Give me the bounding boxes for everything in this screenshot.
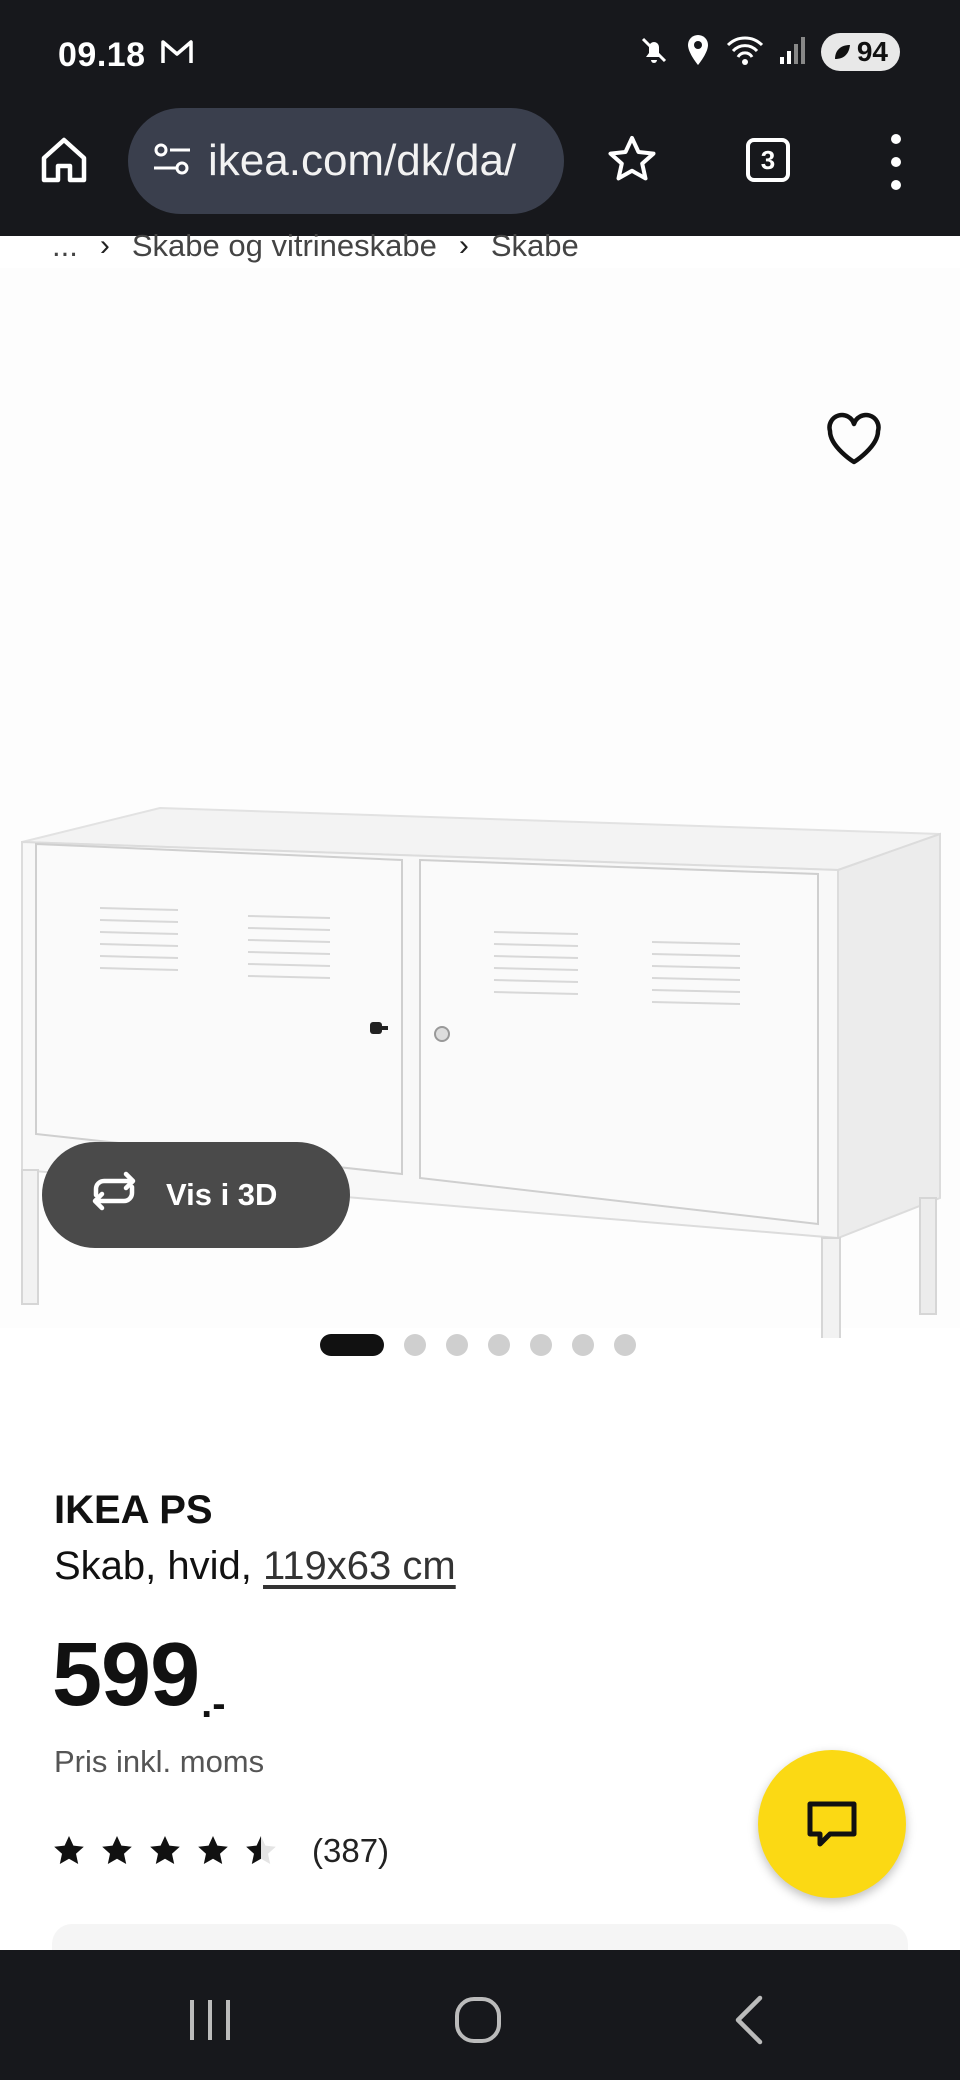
size-link[interactable]: 119x63 cm: [263, 1544, 456, 1588]
carousel-dot[interactable]: [488, 1334, 510, 1356]
breadcrumb-item[interactable]: Skabe: [491, 228, 579, 264]
product-description: Skab, hvid, 119x63 cm: [54, 1544, 456, 1589]
mail-icon: [160, 38, 194, 71]
star-filled-icon: [198, 1836, 228, 1864]
price-note: Pris inkl. moms: [54, 1744, 265, 1779]
product-name: IKEA PS: [54, 1488, 213, 1532]
status-icons: 94: [637, 30, 900, 74]
home-icon[interactable]: [36, 132, 92, 188]
menu-icon[interactable]: [880, 134, 912, 190]
rotate-3d-icon: [86, 1171, 142, 1219]
location-icon: [685, 33, 711, 72]
rating-stars: [52, 1834, 278, 1868]
mute-icon: [637, 33, 671, 72]
status-bar: 09.18 94: [0, 0, 960, 104]
star-filled-icon: [150, 1836, 180, 1864]
price: 599 .-: [52, 1630, 226, 1724]
price-suffix: .-: [201, 1682, 226, 1726]
breadcrumb-item[interactable]: Skabe og vitrineskabe: [132, 228, 437, 264]
back-icon[interactable]: [720, 1990, 780, 2050]
carousel-dot[interactable]: [446, 1334, 468, 1356]
system-nav-bar: [0, 1950, 960, 2080]
rating[interactable]: (387): [52, 1830, 389, 1872]
chevron-right-icon: ›: [458, 229, 469, 262]
favorite-heart-icon[interactable]: [824, 412, 884, 468]
browser-toolbar: ikea.com/dk/da/ 3: [0, 104, 960, 236]
site-settings-icon[interactable]: [152, 142, 192, 181]
star-filled-icon: [54, 1836, 84, 1864]
recent-apps-icon[interactable]: [180, 1990, 240, 2050]
star-filled-icon: [102, 1836, 132, 1864]
view-3d-label: Vis i 3D: [166, 1177, 278, 1212]
carousel-dot[interactable]: [404, 1334, 426, 1356]
signal-icon: [779, 35, 807, 70]
battery-level: 94: [856, 36, 888, 67]
chevron-right-icon: ›: [99, 229, 110, 262]
product-type: Skab, hvid,: [54, 1544, 264, 1588]
breadcrumb: ... › Skabe og vitrineskabe › Skabe: [52, 226, 952, 266]
carousel-dot-active[interactable]: [320, 1334, 384, 1356]
home-nav-icon[interactable]: [448, 1990, 508, 2050]
tabs-icon[interactable]: 3: [746, 138, 790, 182]
carousel-dot[interactable]: [572, 1334, 594, 1356]
chat-button[interactable]: [758, 1750, 906, 1898]
chat-bubble-icon: [807, 1801, 857, 1847]
wifi-icon: [725, 33, 765, 72]
carousel-dot[interactable]: [614, 1334, 636, 1356]
breadcrumb-item[interactable]: ...: [52, 228, 78, 264]
carousel-indicator: [320, 1333, 636, 1357]
star-half-icon: [246, 1836, 276, 1864]
carousel-dot[interactable]: [530, 1334, 552, 1356]
address-bar[interactable]: ikea.com/dk/da/: [128, 108, 564, 214]
url-text: ikea.com/dk/da/: [208, 136, 517, 185]
rating-count: (387): [312, 1832, 390, 1869]
star-icon[interactable]: [604, 132, 660, 188]
status-time: 09.18: [58, 36, 146, 74]
view-3d-button[interactable]: Vis i 3D: [42, 1142, 350, 1248]
battery-icon: 94: [820, 33, 900, 71]
price-amount: 599: [52, 1625, 200, 1725]
